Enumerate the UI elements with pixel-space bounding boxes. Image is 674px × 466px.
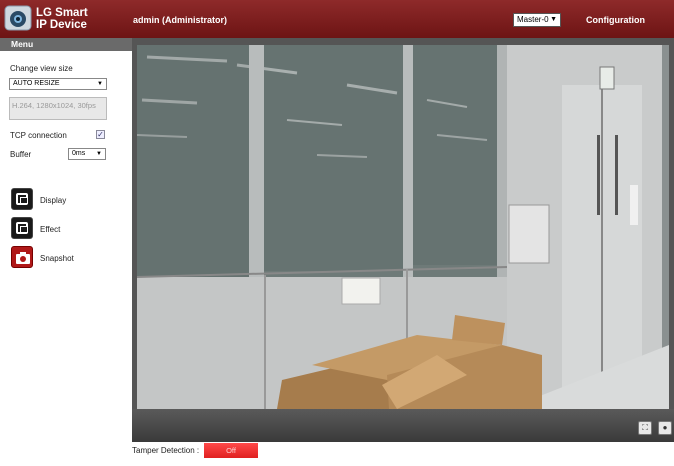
effect-icon-overlay	[20, 226, 28, 233]
view-size-value: AUTO RESIZE	[13, 80, 60, 87]
snapshot-button[interactable]	[11, 246, 33, 268]
buffer-label: Buffer	[10, 150, 32, 159]
app-window: LG Smart IP Device admin (Administrator)…	[0, 0, 674, 466]
codec-info-box: H.264, 1280x1024, 30fps	[9, 97, 107, 120]
video-control-bar	[132, 409, 674, 442]
tcp-connection-label: TCP connection	[10, 131, 67, 140]
user-label: admin (Administrator)	[133, 15, 228, 25]
menu-title: Menu	[0, 38, 132, 51]
stream-select-value: Master-0	[517, 15, 549, 24]
tamper-detection-status: Off	[204, 443, 258, 458]
view-size-label: Change view size	[10, 64, 73, 73]
buffer-value: 0ms	[72, 150, 86, 157]
tcp-connection-checkbox[interactable]: ✓	[96, 130, 105, 139]
live-video-feed[interactable]	[137, 45, 669, 409]
chevron-down-icon: ▼	[97, 81, 103, 87]
view-size-select[interactable]: AUTO RESIZE ▼	[9, 78, 107, 90]
record-button[interactable]: ●	[658, 421, 672, 435]
display-icon-overlay	[20, 197, 28, 204]
chevron-down-icon: ▼	[550, 16, 557, 23]
camera-logo-icon	[4, 5, 32, 31]
chevron-down-icon: ▼	[96, 151, 102, 157]
tamper-detection-label: Tamper Detection :	[132, 446, 200, 455]
video-panel: ⛶ ●	[132, 38, 674, 442]
sidebar: Menu Change view size AUTO RESIZE ▼ H.26…	[0, 38, 132, 466]
camera-icon	[16, 252, 30, 264]
effect-label[interactable]: Effect	[40, 225, 60, 234]
configuration-link[interactable]: Configuration	[586, 15, 645, 25]
fullscreen-button[interactable]: ⛶	[638, 421, 652, 435]
brand-line2: IP Device	[36, 19, 87, 31]
record-icon: ●	[662, 423, 668, 432]
buffer-select[interactable]: 0ms ▼	[68, 148, 106, 160]
fullscreen-icon: ⛶	[642, 423, 648, 432]
effect-button[interactable]	[11, 217, 33, 239]
stream-select[interactable]: Master-0 ▼	[513, 13, 561, 27]
brand-line1: LG Smart	[36, 7, 88, 19]
display-label[interactable]: Display	[40, 196, 66, 205]
display-button[interactable]	[11, 188, 33, 210]
header-bar: LG Smart IP Device admin (Administrator)…	[0, 0, 674, 38]
snapshot-label[interactable]: Snapshot	[40, 254, 74, 263]
